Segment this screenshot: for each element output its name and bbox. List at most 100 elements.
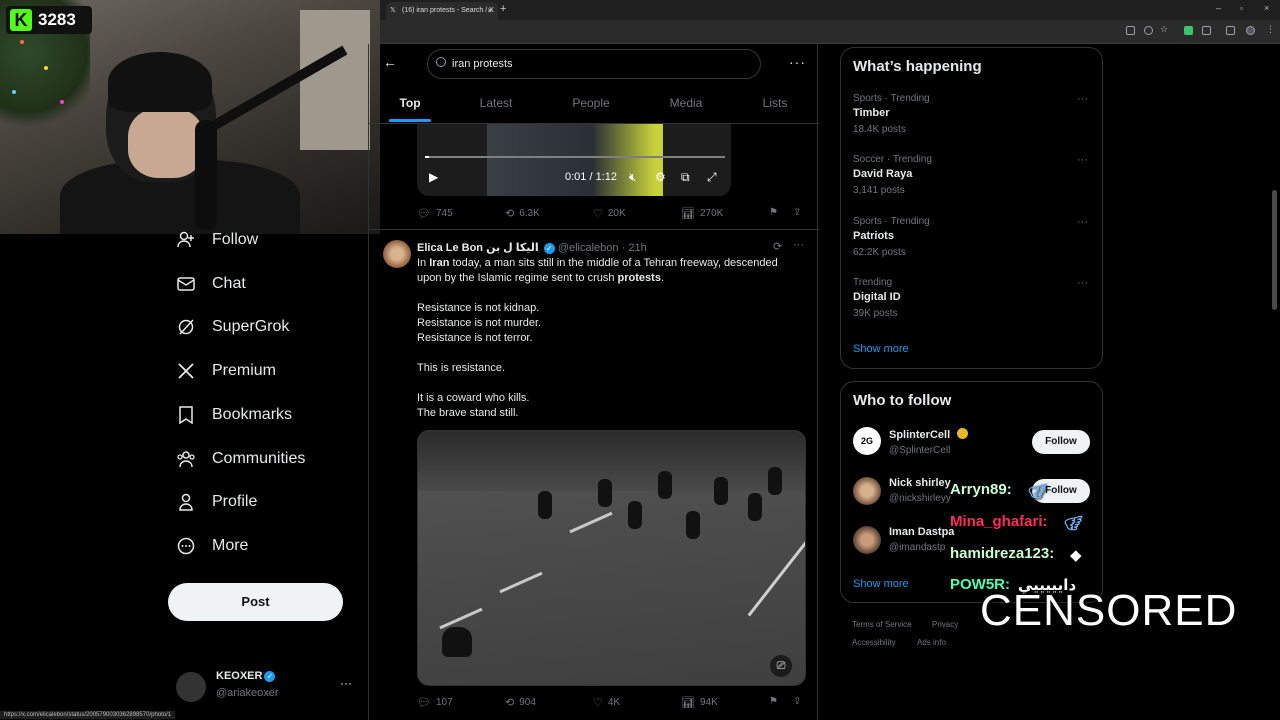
play-icon[interactable]: ▶ [429,170,438,184]
post-button[interactable]: Post [168,583,343,621]
footer-link-privacy[interactable]: Privacy [932,620,958,629]
tab-latest[interactable]: Latest [451,96,541,110]
tweet-text: In Iran today, a man sits still in the m… [417,256,802,421]
tab-people[interactable]: People [546,96,636,110]
avatar[interactable]: 2G [853,427,881,455]
trend-more-icon[interactable]: ··· [1077,216,1088,228]
maximize-icon[interactable]: ▫ [1240,3,1243,13]
person-icon [176,492,196,512]
close-tab-icon[interactable]: × [487,6,492,15]
share-icon[interactable]: ⇪ [793,207,801,218]
mute-icon[interactable]: 🔇︎ [629,170,637,185]
tweet-more-icon[interactable]: ··· [793,239,804,251]
avatar[interactable] [383,240,411,268]
fullscreen-icon[interactable]: ⤢ [707,170,717,185]
sidebar-item-bookmarks[interactable]: Bookmarks [176,400,292,430]
sidebar-item-follow[interactable]: Follow [176,225,258,255]
tab-media[interactable]: Media [641,96,731,110]
views-icon: 📊︎ [681,697,695,709]
zoom-icon[interactable] [1144,26,1153,35]
account-more-icon[interactable]: ··· [340,676,352,690]
search-icon [436,57,446,67]
tweet-photo[interactable]: ⎚ [417,430,806,686]
trend-name[interactable]: David Raya [853,168,912,180]
follow-button[interactable]: Follow [1032,430,1090,454]
search-input[interactable]: iran protests [427,49,761,79]
show-more-link[interactable]: Show more [853,343,909,355]
reply-button[interactable]: 💬︎ 745 [417,207,453,220]
browser-tab[interactable]: 𝕏 (16) iran protests - Search / X × [386,2,498,20]
footer-link-ads-info[interactable]: Ads info [917,638,946,647]
repost-button[interactable]: ⟲ 6.3K [505,207,540,220]
show-more-link[interactable]: Show more [853,578,909,590]
settings-gear-icon[interactable]: ⚙ [655,170,666,184]
video-player[interactable]: ▶ 0:01 / 1:12 🔇︎ ⚙ ⧉ ⤢ [417,124,731,196]
mail-icon [176,274,196,294]
video-progress-bar[interactable] [425,156,725,158]
footer-link-accessibility[interactable]: Accessibility [852,638,896,647]
extensions-puzzle-icon[interactable] [1202,26,1211,35]
minimize-icon[interactable]: – [1216,3,1221,13]
sidebar-item-more[interactable]: More [176,531,248,561]
grok-image-icon[interactable]: ⎚ [770,655,792,677]
trend-name[interactable]: Patriots [853,230,894,242]
star-icon[interactable]: ☆ [1160,24,1168,35]
avatar[interactable] [853,477,881,505]
views-button[interactable]: 📊︎ 270K [681,207,723,220]
account-name: KEOXER [216,670,263,682]
tweet-author[interactable]: Elica Le Bon الیکا ل بن ✓ @elicalebon · … [417,241,647,254]
author-handle: @elicalebon [557,242,619,254]
x-favicon-icon: 𝕏 [390,7,396,14]
trend-more-icon[interactable]: ··· [1077,277,1088,289]
repost-button[interactable]: ⟲ 904 [505,696,536,709]
kick-logo-icon: K [10,9,32,31]
trend-more-icon[interactable]: ··· [1077,154,1088,166]
share-icon[interactable]: ⇪ [793,696,801,707]
tree-light [20,40,24,44]
profile-icon[interactable] [1246,26,1255,35]
like-button[interactable]: ♡ 20K [593,207,626,220]
sidebar-item-chat[interactable]: Chat [176,269,246,299]
bookmark-tweet-icon[interactable]: ⚑ [769,207,778,218]
page-scrollbar[interactable] [1272,190,1277,310]
sidepanel-icon[interactable] [1226,26,1235,35]
status-bar-url: https://x.com/elicalebon/status/20057900… [0,711,176,719]
views-button[interactable]: 📊︎ 94K [681,696,718,709]
grok-icon[interactable]: ⟳ [773,240,782,253]
like-button[interactable]: ♡ 4K [593,696,620,709]
browser-menu-icon[interactable]: ⋮ [1266,24,1275,35]
tab-lists[interactable]: Lists [730,96,820,110]
motorcycle-rider [538,491,552,519]
whats-happening-panel: What’s happening Sports · Trending Timbe… [840,47,1103,369]
sidebar-item-supergrok[interactable]: SuperGrok [176,312,289,342]
back-arrow-icon[interactable]: ← [383,54,397,70]
tab-top[interactable]: Top [365,96,455,110]
close-window-icon[interactable]: × [1264,3,1269,13]
footer-link-terms[interactable]: Terms of Service [852,620,912,629]
trend-name[interactable]: Digital ID [853,291,901,303]
cast-icon[interactable] [1126,26,1135,35]
video-time: 0:01 / 1:12 [565,171,617,183]
avatar[interactable] [853,526,881,554]
sidebar-item-premium[interactable]: Premium [176,356,276,386]
account-switcher[interactable]: KEOXER ✓ @ariakeoxer ··· [176,670,356,704]
search-options-icon[interactable]: ··· [789,54,806,70]
viewer-count: 3283 [38,10,76,29]
views-icon: 📊︎ [681,208,695,220]
reply-count: 745 [435,208,453,219]
suggested-user-name[interactable]: Iman Dastpa [889,526,954,538]
picture-in-picture-icon[interactable]: ⧉ [681,170,690,185]
reply-button[interactable]: 💬︎ 107 [417,696,453,709]
sidebar-item-communities[interactable]: Communities [176,444,305,474]
bookmark-tweet-icon[interactable]: ⚑ [769,696,778,707]
suggested-user-name[interactable]: SplinterCell [889,429,950,441]
sidebar-item-label: More [212,537,249,554]
browser-tab-title: (16) iran protests - Search / X [402,7,494,14]
sidebar-item-profile[interactable]: Profile [176,487,257,517]
suggested-user-name[interactable]: Nick shirley [889,477,951,489]
tweet-line: The brave stand still. [417,407,519,419]
trend-more-icon[interactable]: ··· [1077,93,1088,105]
trend-name[interactable]: Timber [853,107,889,119]
new-tab-button[interactable]: + [500,3,506,15]
extension-icon[interactable] [1184,26,1193,35]
